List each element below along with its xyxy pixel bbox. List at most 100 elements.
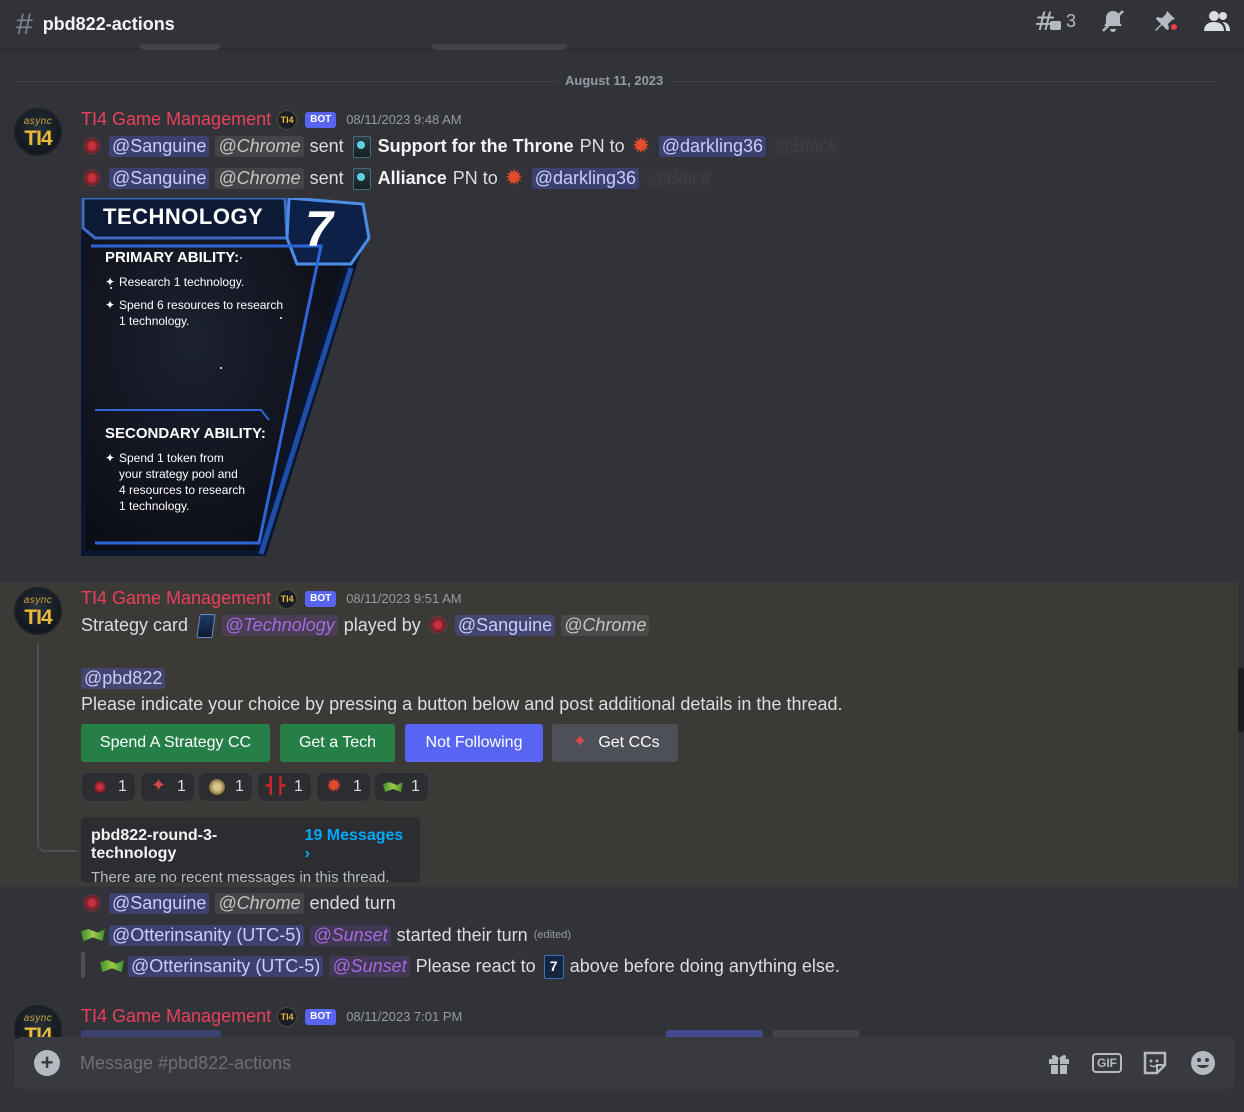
reaction-bars[interactable]: 1: [257, 772, 312, 802]
member-list-button[interactable]: [1202, 6, 1232, 36]
role-mention[interactable]: @Technology: [222, 614, 338, 636]
card-title: TECHNOLOGY: [103, 204, 264, 229]
get-a-tech-button[interactable]: Get a Tech: [280, 724, 395, 762]
thread-name[interactable]: pbd822-round-3-technology: [91, 827, 297, 863]
message-input[interactable]: [80, 1052, 980, 1074]
avatar[interactable]: async TI4: [14, 587, 62, 635]
role-mention[interactable]: @pbd822: [81, 667, 166, 689]
sol-reaction-icon: [207, 778, 227, 796]
card-secondary-heading: SECONDARY ABILITY:: [105, 425, 266, 442]
thread-preview[interactable]: pbd822-round-3-technology 19 Messages › …: [81, 817, 420, 886]
reaction-star[interactable]: 1: [140, 772, 195, 802]
user-mention[interactable]: @Sanguine: [109, 135, 210, 157]
technology-strategy-card-image[interactable]: TECHNOLOGY 7 PRIMARY ABILITY: ✦ Research…: [81, 198, 371, 556]
get-ccs-button[interactable]: Get CCs: [552, 724, 678, 762]
scrollbar-thumb[interactable]: [1238, 668, 1244, 732]
username[interactable]: TI4 Game Management: [81, 1006, 271, 1027]
message-text: PN to: [452, 167, 498, 188]
role-mention[interactable]: @Black: [772, 135, 841, 157]
card-bullet-icon: ✦: [105, 298, 116, 312]
role-mention[interactable]: @Chrome: [561, 614, 650, 636]
get-ccs-label: Get CCs: [598, 734, 660, 751]
thread-spine: [37, 644, 77, 852]
message-line: Please indicate your choice by pressing …: [81, 692, 849, 716]
timestamp[interactable]: 08/11/2023 9:51 AM: [346, 591, 461, 606]
message-line: @pbd822: [81, 666, 171, 690]
user-mention[interactable]: @Sanguine: [454, 614, 556, 636]
pinned-messages-button[interactable]: [1150, 6, 1180, 36]
date-divider: August 11, 2023: [557, 73, 672, 88]
mute-button[interactable]: [1098, 6, 1128, 36]
user-mention[interactable]: @darkling36: [531, 167, 640, 189]
green-reaction-icon: [383, 778, 403, 796]
edited-label: (edited): [533, 929, 571, 941]
emoji-button[interactable]: [1189, 1049, 1217, 1077]
role-mention[interactable]: @Chrome: [215, 892, 304, 914]
promissory-note-name: Alliance: [377, 167, 447, 188]
quote-bar: [81, 952, 85, 978]
gif-button[interactable]: GIF: [1092, 1049, 1122, 1077]
upload-plus-icon[interactable]: +: [34, 1050, 60, 1076]
card-number: 7: [305, 201, 333, 257]
message-text: played by: [343, 614, 421, 635]
card-primary-heading: PRIMARY ABILITY:: [105, 249, 240, 266]
message-text: PN to: [579, 135, 625, 156]
role-mention[interactable]: @Chrome: [215, 135, 304, 157]
quoted-line: @Otterinsanity (UTC-5) @Sunset Please re…: [100, 954, 846, 979]
threads-count: 3: [1065, 10, 1076, 31]
reaction-sanguine[interactable]: 1: [81, 772, 136, 802]
not-following-button[interactable]: Not Following: [405, 724, 543, 762]
thread-message-count[interactable]: 19 Messages ›: [305, 827, 410, 863]
message-header: TI4 Game Management TI4 BOT 08/11/2023 7…: [81, 1006, 462, 1027]
message-header: TI4 Game Management TI4 BOT 08/11/2023 9…: [81, 588, 462, 609]
message-line: @Sanguine @Chrome sent Alliance PN to @d…: [81, 165, 719, 191]
server-tag-icon: TI4: [277, 1006, 298, 1027]
sticker-button[interactable]: [1141, 1049, 1169, 1077]
user-mention[interactable]: @Otterinsanity (UTC-5): [109, 924, 305, 946]
timestamp[interactable]: 08/11/2023 7:01 PM: [346, 1009, 462, 1024]
message-text: sent: [309, 167, 344, 188]
user-mention[interactable]: @Sanguine: [109, 892, 210, 914]
message-line: @Otterinsanity (UTC-5) @Sunset started t…: [81, 923, 577, 947]
role-mention[interactable]: @Sunset: [329, 955, 410, 977]
user-mention[interactable]: @Sanguine: [109, 167, 210, 189]
bot-tag: BOT: [305, 1008, 337, 1025]
bot-tag: BOT: [305, 111, 337, 128]
strategy-card-icon: [194, 614, 216, 636]
promissory-note-icon: [350, 135, 372, 158]
sanguine-faction-icon: [81, 167, 103, 189]
role-mention[interactable]: @Sunset: [310, 924, 391, 946]
card-primary-2a: Spend 6 resources to research: [119, 298, 284, 312]
message-text: above before doing anything else.: [569, 955, 840, 976]
thread-empty-text: There are no recent messages in this thr…: [91, 869, 390, 886]
technology-card-7-icon: [542, 955, 564, 979]
reaction-green[interactable]: 1: [374, 772, 429, 802]
avatar[interactable]: async TI4: [14, 108, 62, 156]
reaction-count: 1: [294, 778, 303, 795]
reaction-count: 1: [118, 778, 127, 795]
user-mention[interactable]: @darkling36: [658, 135, 767, 157]
card-secondary-c: 4 resources to research: [119, 483, 246, 497]
card-bullet-icon: ✦: [105, 451, 116, 465]
spend-strategy-cc-button[interactable]: Spend A Strategy CC: [81, 724, 270, 762]
message-line: @Sanguine @Chrome sent Support for the T…: [81, 133, 846, 159]
gif-icon: GIF: [1092, 1053, 1122, 1073]
reaction-count: 1: [235, 778, 244, 795]
role-mention[interactable]: @Chrome: [215, 167, 304, 189]
gift-button[interactable]: [1045, 1049, 1073, 1077]
reaction-sol[interactable]: 1: [198, 772, 253, 802]
timestamp[interactable]: 08/11/2023 9:48 AM: [346, 112, 461, 127]
members-icon: [1204, 11, 1230, 31]
sticker-icon: [1143, 1051, 1167, 1075]
username[interactable]: TI4 Game Management: [81, 588, 271, 609]
user-mention[interactable]: @Otterinsanity (UTC-5): [128, 955, 324, 977]
star-reaction-icon: [149, 775, 169, 796]
threads-button[interactable]: # 3: [1034, 8, 1076, 34]
reaction-gear[interactable]: 1: [316, 772, 371, 802]
message-header: TI4 Game Management TI4 BOT 08/11/2023 9…: [81, 109, 462, 130]
card-primary-1: Research 1 technology.: [119, 275, 245, 289]
username[interactable]: TI4 Game Management: [81, 109, 271, 130]
avatar-text-bottom: TI4: [24, 127, 52, 150]
sanguine-faction-icon: [81, 135, 103, 157]
role-mention[interactable]: @Black: [645, 167, 714, 189]
